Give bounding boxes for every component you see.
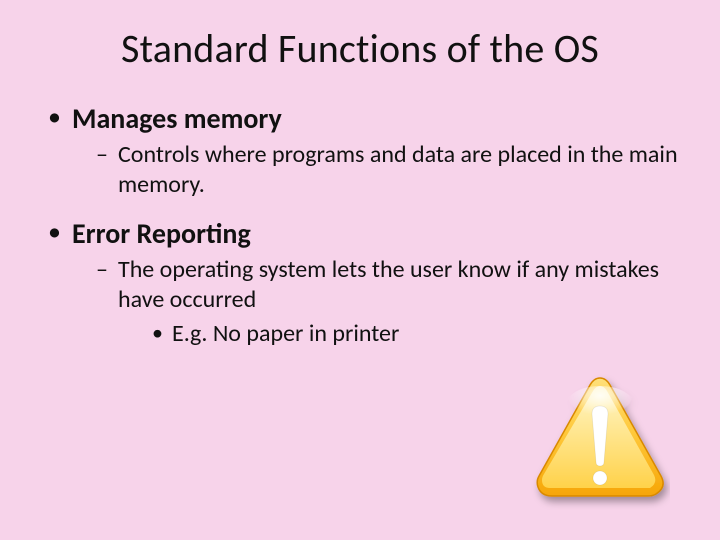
slide-title: Standard Functions of the OS [40,24,680,73]
bullet-list: Manages memory Controls where programs a… [46,101,680,349]
sub-text: The operating system lets the user know … [118,255,659,314]
bullet-label: Manages memory [72,101,282,136]
subsub-item: E.g. No paper in printer [152,319,680,349]
bullet-label: Error Reporting [72,216,251,251]
sub-list: The operating system lets the user know … [96,255,680,349]
bullet-item: Error Reporting The operating system let… [46,216,680,349]
sub-text: Controls where programs and data are pla… [118,140,678,199]
warning-icon [530,370,670,510]
bullet-item: Manages memory Controls where programs a… [46,101,680,200]
sub-item: The operating system lets the user know … [96,255,680,349]
subsub-text: E.g. No paper in printer [172,319,399,348]
subsub-list: E.g. No paper in printer [152,319,680,349]
slide: Standard Functions of the OS Manages mem… [0,0,720,540]
sub-list: Controls where programs and data are pla… [96,140,680,200]
sub-item: Controls where programs and data are pla… [96,140,680,200]
